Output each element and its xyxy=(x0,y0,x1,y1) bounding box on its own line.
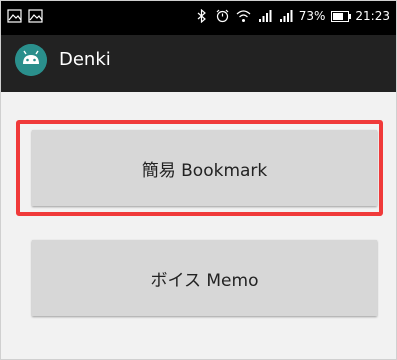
app-title: Denki xyxy=(59,49,111,70)
battery-icon xyxy=(331,10,352,22)
status-bar-left xyxy=(7,9,43,23)
status-bar: 73% 21:23 xyxy=(1,1,396,35)
android-icon xyxy=(15,44,47,76)
voice-memo-button[interactable]: ボイス Memo xyxy=(32,240,377,316)
image-icon xyxy=(28,9,43,23)
battery-percent: 73% xyxy=(298,9,326,23)
image-icon xyxy=(7,9,22,23)
signal-icon xyxy=(258,10,272,22)
signal-icon xyxy=(279,10,293,22)
bookmark-button[interactable]: 簡易 Bookmark xyxy=(32,130,377,206)
bluetooth-icon xyxy=(197,9,206,23)
alarm-icon xyxy=(216,9,229,23)
status-time: 21:23 xyxy=(355,9,390,23)
screen-frame: 73% 21:23 Denki 簡易 Bookmark ボイス Memo xyxy=(0,0,397,360)
wifi-icon xyxy=(236,10,251,22)
app-bar: Denki xyxy=(1,35,396,92)
status-bar-right: 73% 21:23 xyxy=(194,9,390,23)
